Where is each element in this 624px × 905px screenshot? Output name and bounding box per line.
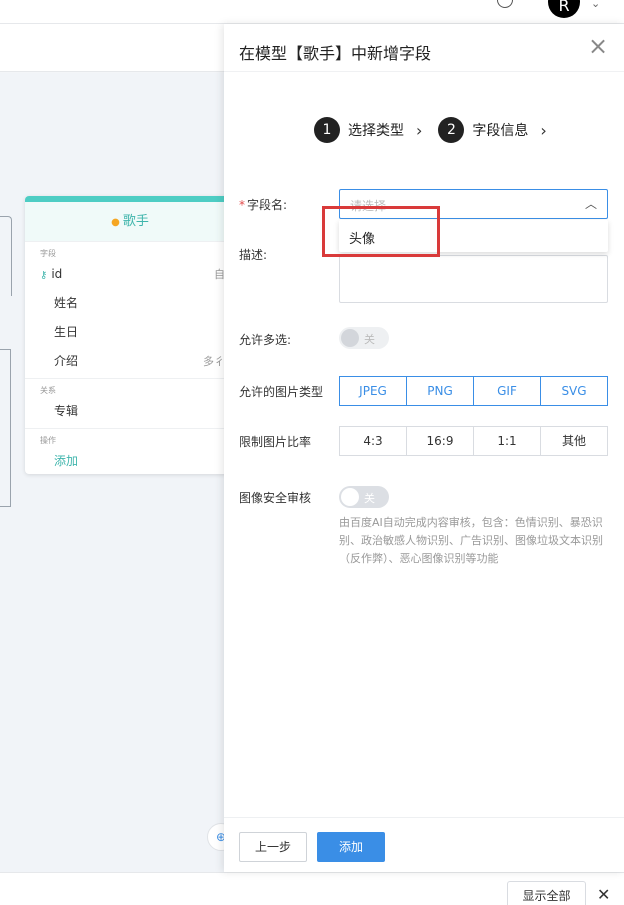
toggle-knob (341, 488, 359, 506)
close-icon[interactable]: × (586, 34, 610, 58)
bottom-bar: 显示全部 ✕ (0, 872, 624, 905)
step-number: 2 (438, 117, 465, 143)
avatar[interactable]: R (548, 0, 580, 18)
add-field-drawer: 在模型【歌手】中新增字段 × 1 选择类型 › 2 字段信息 › * 字段名: 请… (224, 24, 624, 872)
relation-connector (0, 506, 10, 507)
chevron-right-icon: › (416, 120, 423, 140)
field-label: 生日 (54, 325, 79, 339)
divider (224, 71, 624, 72)
image-audit-toggle[interactable]: 关 (339, 486, 389, 508)
image-audit-description: 由百度AI自动完成内容审核，包含：色情识别、暴恐识别、政治敏感人物识别、广告识别… (339, 516, 603, 565)
divider (224, 817, 624, 818)
field-name-label: * 字段名: (239, 196, 287, 213)
relation-connector (0, 349, 10, 350)
step-number: 1 (314, 117, 340, 143)
top-bar: R ⌄ (0, 0, 624, 24)
toggle-text: 关 (364, 492, 375, 505)
image-ratio-option[interactable]: 4:3 (339, 426, 407, 456)
image-ratio-label: 限制图片比率 (239, 435, 312, 449)
step-label: 选择类型 (348, 123, 404, 139)
image-audit-label: 图像安全审核 (239, 491, 312, 505)
toggle-knob (341, 329, 359, 347)
allow-multiple-label: 允许多选: (239, 333, 292, 347)
model-card-title-text: 歌手 (122, 214, 149, 229)
chevron-down-icon[interactable]: ⌄ (591, 0, 600, 10)
relation-connector (10, 349, 11, 507)
image-type-option[interactable]: JPEG (339, 376, 407, 406)
section-label-relations: 关系 (40, 386, 56, 395)
highlight-box (322, 206, 440, 257)
field-row[interactable]: 介绍 多彳 (25, 347, 235, 376)
model-card-singer[interactable]: ● 歌手 字段 ⚷ id 自 姓名 生日 介绍 多彳 关系 专辑 操作 添加 (25, 196, 235, 474)
field-label: id (51, 267, 63, 281)
dot-icon: ● (111, 217, 120, 228)
step-label: 字段信息 (472, 123, 529, 139)
step-indicator: 1 选择类型 › 2 字段信息 › (314, 117, 563, 143)
chat-icon[interactable] (497, 0, 513, 8)
relation-label: 专辑 (54, 404, 79, 418)
description-textarea[interactable] (339, 255, 608, 303)
image-type-option[interactable]: SVG (540, 376, 608, 406)
field-row[interactable]: 生日 (25, 318, 235, 347)
show-all-button[interactable]: 显示全部 (507, 881, 586, 905)
allow-multiple-toggle[interactable]: 关 (339, 327, 389, 349)
image-ratio-option[interactable]: 1:1 (473, 426, 541, 456)
field-label: 介绍 (54, 354, 79, 368)
add-field-link[interactable]: 添加 (25, 447, 235, 474)
relation-row[interactable]: 专辑 (25, 397, 235, 426)
key-icon: ⚷ (40, 270, 48, 281)
section-label-actions: 操作 (40, 436, 56, 445)
model-card-title: ● 歌手 (25, 202, 235, 242)
relation-connector (11, 221, 12, 295)
previous-step-button[interactable]: 上一步 (239, 832, 307, 862)
chevron-right-icon: › (540, 120, 547, 140)
image-types-label: 允许的图片类型 (239, 385, 324, 399)
field-type: 多彳 (203, 355, 225, 368)
toggle-text: 关 (364, 333, 375, 346)
close-icon[interactable]: ✕ (597, 885, 610, 904)
image-type-option[interactable]: GIF (473, 376, 541, 406)
section-label-fields: 字段 (40, 249, 56, 258)
chevron-up-icon: ︿ (584, 197, 597, 211)
field-row[interactable]: 姓名 (25, 289, 235, 318)
field-name-label-text: 字段名: (247, 198, 288, 212)
required-mark: * (239, 198, 245, 212)
image-ratio-option[interactable]: 16:9 (406, 426, 474, 456)
field-row[interactable]: ⚷ id 自 (25, 260, 235, 289)
add-button[interactable]: 添加 (317, 832, 385, 862)
description-label: 描述: (239, 248, 268, 262)
drawer-title: 在模型【歌手】中新增字段 (239, 44, 432, 63)
image-ratio-option[interactable]: 其他 (540, 426, 608, 456)
field-label: 姓名 (54, 296, 79, 310)
image-types-group: JPEG PNG GIF SVG (339, 376, 608, 406)
image-type-option[interactable]: PNG (406, 376, 474, 406)
image-ratio-group: 4:3 16:9 1:1 其他 (339, 426, 608, 456)
